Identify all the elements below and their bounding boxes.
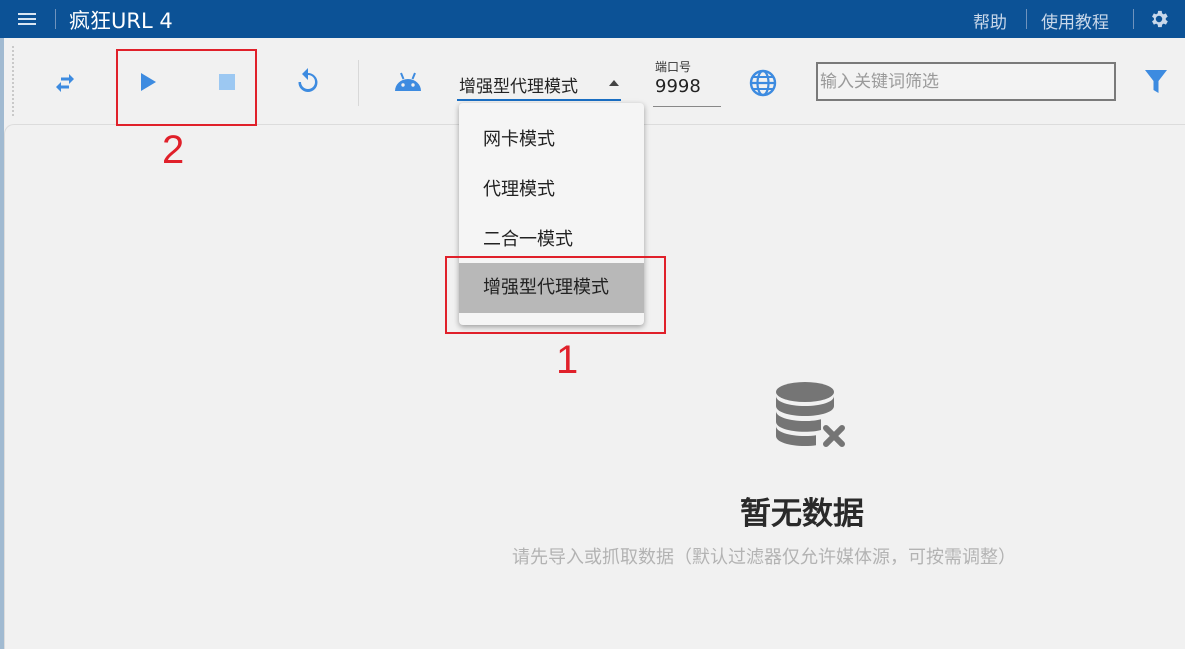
android-button[interactable] bbox=[393, 70, 423, 94]
filter-button[interactable] bbox=[1143, 68, 1169, 96]
app-title: 疯狂URL 4 bbox=[69, 9, 173, 33]
mode-select-underline bbox=[457, 99, 621, 101]
swap-button[interactable] bbox=[50, 68, 80, 98]
empty-state-title: 暂无数据 bbox=[740, 496, 864, 532]
mode-select-value: 增强型代理模式 bbox=[459, 77, 578, 97]
mode-select[interactable]: 增强型代理模式 bbox=[457, 70, 621, 101]
annotation-label-2: 2 bbox=[162, 128, 185, 172]
refresh-icon bbox=[298, 68, 318, 92]
filter-icon bbox=[1145, 70, 1167, 93]
annotation-box-1 bbox=[445, 256, 666, 334]
refresh-button[interactable] bbox=[294, 66, 322, 96]
port-label: 端口号 bbox=[655, 60, 692, 74]
title-separator bbox=[1133, 9, 1134, 29]
dropdown-option-proxy-mode[interactable]: 代理模式 bbox=[459, 165, 644, 215]
toolbar-separator bbox=[358, 60, 359, 106]
globe-icon bbox=[749, 69, 777, 97]
swap-icon bbox=[56, 74, 74, 92]
help-link[interactable]: 帮助 bbox=[973, 8, 1007, 33]
gear-icon[interactable] bbox=[1148, 8, 1170, 30]
title-separator bbox=[1026, 9, 1027, 29]
caret-up-icon bbox=[609, 80, 619, 86]
tutorial-link[interactable]: 使用教程 bbox=[1041, 8, 1109, 33]
dropdown-option-nic-mode[interactable]: 网卡模式 bbox=[459, 115, 644, 165]
annotation-label-1: 1 bbox=[556, 338, 579, 382]
port-underline bbox=[653, 106, 721, 107]
port-value: 9998 bbox=[655, 76, 701, 97]
empty-state-subtitle: 请先导入或抓取数据（默认过滤器仅允许媒体源，可按需调整） bbox=[512, 547, 1016, 568]
android-icon bbox=[395, 72, 421, 91]
annotation-box-2 bbox=[116, 49, 257, 126]
globe-button[interactable] bbox=[748, 68, 778, 98]
title-bar: 疯狂URL 4 帮助 使用教程 bbox=[0, 0, 1185, 38]
drag-handle bbox=[12, 46, 14, 116]
database-remove-icon bbox=[776, 382, 845, 447]
port-field[interactable]: 端口号 9998 bbox=[653, 56, 721, 107]
title-separator bbox=[55, 9, 56, 29]
menu-icon[interactable] bbox=[18, 11, 38, 27]
filter-search-input[interactable] bbox=[816, 62, 1116, 101]
